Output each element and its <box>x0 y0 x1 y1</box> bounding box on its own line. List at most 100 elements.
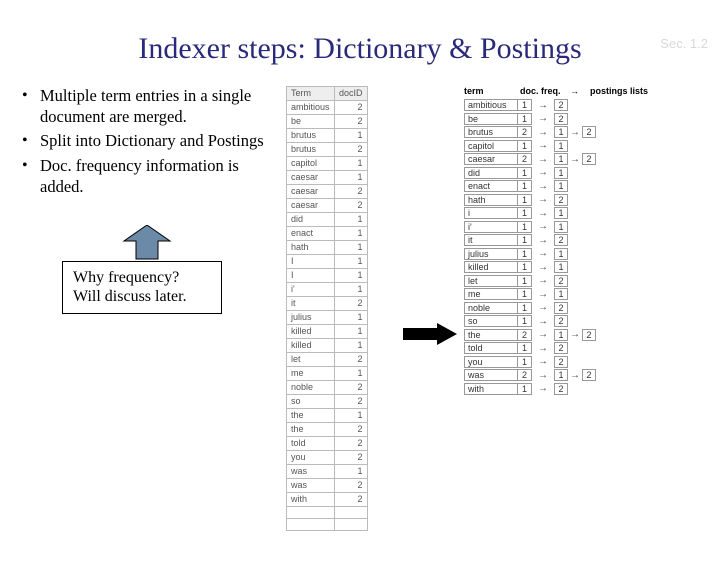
postings-row: hath1→2 <box>464 194 720 206</box>
arrow-icon: → <box>532 302 554 313</box>
cell-docid: 1 <box>335 283 368 297</box>
posting-term: me <box>464 288 518 300</box>
cell-term: enact <box>287 227 335 241</box>
header-arrow: → <box>570 86 590 96</box>
cell-term: hath <box>287 241 335 255</box>
cell-term: did <box>287 213 335 227</box>
callout-group: Why frequency? Will discuss later. <box>62 225 272 313</box>
postings-row: me1→1 <box>464 288 720 300</box>
posting-docfreq: 2 <box>518 126 532 138</box>
link-arrow-icon: → <box>568 154 582 165</box>
table-row: brutus1 <box>287 129 368 143</box>
cell-term: i' <box>287 283 335 297</box>
postings-row: with1→2 <box>464 383 720 395</box>
table-row: did1 <box>287 213 368 227</box>
cell-term: killed <box>287 339 335 353</box>
posting-term: let <box>464 275 518 287</box>
posting-node: 1 <box>554 167 568 179</box>
cell-term: caesar <box>287 199 335 213</box>
table-row: julius1 <box>287 311 368 325</box>
arrow-icon: → <box>532 316 554 327</box>
postings-row: i1→1 <box>464 207 720 219</box>
cell-term: caesar <box>287 171 335 185</box>
postings-row: ambitious1→2 <box>464 99 720 111</box>
cell-term: you <box>287 451 335 465</box>
cell-docid: 2 <box>335 297 368 311</box>
cell-docid: 2 <box>335 451 368 465</box>
posting-node: 1 <box>554 126 568 138</box>
arrow-icon: → <box>532 289 554 300</box>
table-row: it2 <box>287 297 368 311</box>
arrow-icon: → <box>532 100 554 111</box>
arrow-icon: → <box>532 221 554 232</box>
table-row: brutus2 <box>287 143 368 157</box>
posting-node: 2 <box>554 275 568 287</box>
table-row: was2 <box>287 479 368 493</box>
cell-docid: 1 <box>335 311 368 325</box>
cell-term: brutus <box>287 129 335 143</box>
posting-node: 2 <box>554 194 568 206</box>
posting-term: ambitious <box>464 99 518 111</box>
postings-row: it1→2 <box>464 234 720 246</box>
posting-docfreq: 2 <box>518 369 532 381</box>
arrow-column <box>400 86 460 531</box>
cell-term: so <box>287 395 335 409</box>
posting-node: 1 <box>554 153 568 165</box>
posting-node: 2 <box>554 302 568 314</box>
header-docfreq: doc. freq. <box>520 86 570 96</box>
posting-node: 1 <box>554 180 568 192</box>
middle-column: Term docID ambitious2be2brutus1brutus2ca… <box>280 86 400 531</box>
table-row: killed1 <box>287 339 368 353</box>
posting-docfreq: 1 <box>518 356 532 368</box>
posting-docfreq: 1 <box>518 140 532 152</box>
cell-docid: 1 <box>335 269 368 283</box>
cell-docid: 2 <box>335 437 368 451</box>
table-body: ambitious2be2brutus1brutus2capitol1caesa… <box>287 101 368 531</box>
bullet-item: Doc. frequency information is added. <box>22 156 272 197</box>
bullet-item: Multiple term entries in a single docume… <box>22 86 272 127</box>
cell-term: I <box>287 255 335 269</box>
cell-docid: 2 <box>335 423 368 437</box>
table-row: killed1 <box>287 325 368 339</box>
posting-term: killed <box>464 261 518 273</box>
table-row: capitol1 <box>287 157 368 171</box>
posting-node: 1 <box>554 329 568 341</box>
posting-docfreq: 1 <box>518 207 532 219</box>
postings-row: killed1→1 <box>464 261 720 273</box>
up-arrow-icon <box>112 225 182 261</box>
cell-term: me <box>287 367 335 381</box>
posting-term: with <box>464 383 518 395</box>
arrow-icon: → <box>532 194 554 205</box>
posting-docfreq: 1 <box>518 99 532 111</box>
cell-term: noble <box>287 381 335 395</box>
posting-term: told <box>464 342 518 354</box>
cell-term <box>287 507 335 519</box>
cell-term: caesar <box>287 185 335 199</box>
postings-row: the2→1→2 <box>464 329 720 341</box>
cell-docid: 2 <box>335 185 368 199</box>
cell-term <box>287 519 335 531</box>
cell-docid: 1 <box>335 129 368 143</box>
posting-node: 2 <box>554 383 568 395</box>
bullet-item: Split into Dictionary and Postings <box>22 131 272 152</box>
table-row: so2 <box>287 395 368 409</box>
postings-row: be1→2 <box>464 113 720 125</box>
posting-docfreq: 1 <box>518 383 532 395</box>
table-row: caesar2 <box>287 199 368 213</box>
cell-term: julius <box>287 311 335 325</box>
cell-docid: 2 <box>335 395 368 409</box>
posting-docfreq: 1 <box>518 221 532 233</box>
cell-term: killed <box>287 325 335 339</box>
posting-node: 2 <box>582 126 596 138</box>
arrow-icon: → <box>532 154 554 165</box>
cell-term: told <box>287 437 335 451</box>
arrow-icon: → <box>532 383 554 394</box>
posting-node: 1 <box>554 369 568 381</box>
posting-term: you <box>464 356 518 368</box>
posting-node: 2 <box>582 369 596 381</box>
posting-docfreq: 1 <box>518 113 532 125</box>
posting-term: caesar <box>464 153 518 165</box>
posting-docfreq: 1 <box>518 302 532 314</box>
posting-term: julius <box>464 248 518 260</box>
posting-node: 1 <box>554 248 568 260</box>
